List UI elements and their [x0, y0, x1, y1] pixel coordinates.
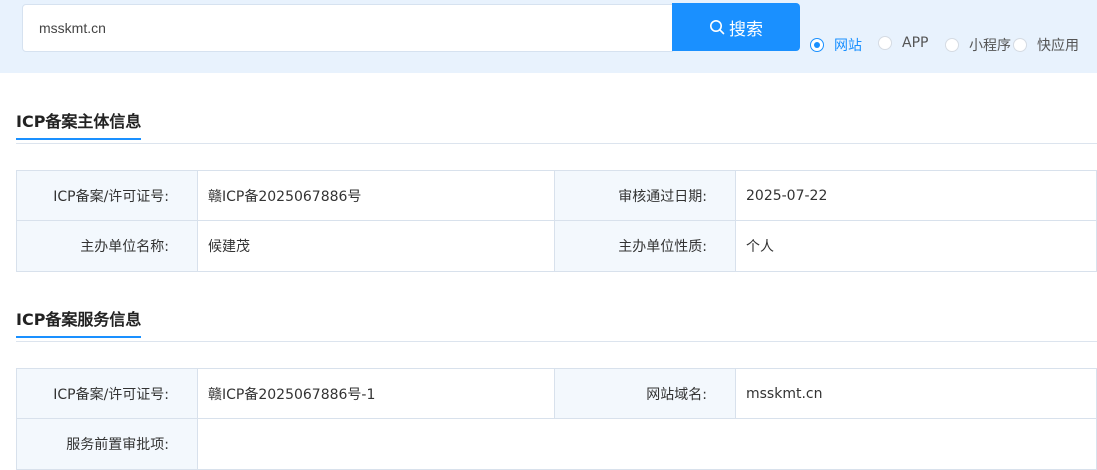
field-value: 个人: [736, 221, 1096, 271]
radio-dot: [945, 38, 959, 52]
subject-section-title: ICP备案主体信息: [16, 108, 142, 140]
subject-info-table: ICP备案/许可证号: 赣ICP备2025067886号 审核通过日期: 202…: [16, 170, 1097, 272]
field-label: ICP备案/许可证号:: [17, 369, 198, 418]
field-label: ICP备案/许可证号:: [17, 171, 198, 220]
search-input[interactable]: [22, 4, 673, 52]
table-row: ICP备案/许可证号: 赣ICP备2025067886号-1 网站域名: mss…: [17, 369, 1096, 419]
radio-website[interactable]: 网站: [810, 35, 862, 55]
section-divider: [16, 143, 1097, 144]
radio-dot: [810, 38, 824, 52]
radio-label: 小程序: [969, 38, 1011, 54]
field-label: 服务前置审批项:: [17, 419, 198, 469]
field-value: 赣ICP备2025067886号: [198, 171, 555, 220]
service-info-table: ICP备案/许可证号: 赣ICP备2025067886号-1 网站域名: mss…: [16, 368, 1097, 470]
field-label: 网站域名:: [555, 369, 736, 418]
section-divider: [16, 341, 1097, 342]
radio-label: 网站: [834, 38, 862, 54]
radio-dot: [878, 36, 892, 50]
search-icon: [710, 20, 725, 35]
search-button-label: 搜索: [729, 19, 763, 39]
table-row: ICP备案/许可证号: 赣ICP备2025067886号 审核通过日期: 202…: [17, 171, 1096, 221]
field-value: 2025-07-22: [736, 171, 1096, 220]
table-row: 服务前置审批项:: [17, 419, 1096, 469]
field-value: 赣ICP备2025067886号-1: [198, 369, 555, 418]
field-value: msskmt.cn: [736, 369, 1096, 418]
search-button[interactable]: 搜索: [672, 3, 800, 51]
field-label: 主办单位名称:: [17, 221, 198, 271]
field-value: [198, 419, 1096, 469]
radio-dot: [1013, 38, 1027, 52]
field-value: 候建茂: [198, 221, 555, 271]
table-row: 主办单位名称: 候建茂 主办单位性质: 个人: [17, 221, 1096, 271]
search-band: 搜索 网站 APP 小程序 快应用: [0, 0, 1097, 73]
radio-label: 快应用: [1037, 38, 1079, 54]
field-label: 审核通过日期:: [555, 171, 736, 220]
service-section-title: ICP备案服务信息: [16, 306, 142, 338]
radio-miniprogram[interactable]: 小程序: [945, 35, 1011, 55]
radio-app[interactable]: APP: [878, 35, 928, 51]
radio-label: APP: [902, 35, 929, 51]
radio-quickapp[interactable]: 快应用: [1013, 35, 1079, 55]
field-label: 主办单位性质:: [555, 221, 736, 271]
